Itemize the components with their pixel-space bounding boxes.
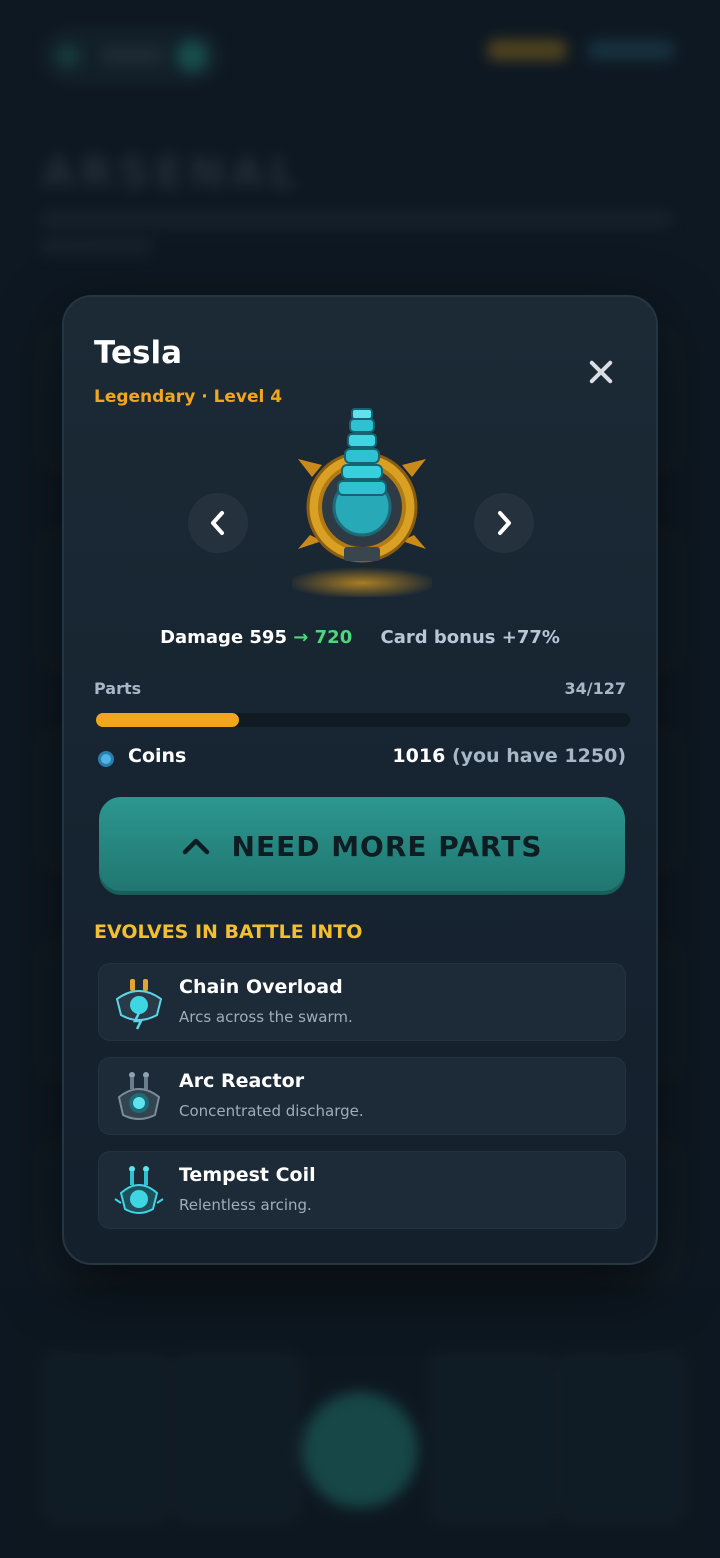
bottom-nav-center xyxy=(302,1392,418,1508)
tesla-tower-image xyxy=(292,408,432,597)
close-icon[interactable] xyxy=(582,353,620,391)
evolution-item-tempest-coil[interactable]: Tempest Coil Relentless arcing. xyxy=(98,1151,626,1229)
currency-gold xyxy=(488,40,566,60)
parts-progress-fill xyxy=(96,713,240,727)
tower-rarity-level: Legendary · Level 4 xyxy=(94,387,283,407)
coin-icon xyxy=(98,751,114,767)
background-title: ARSENAL xyxy=(42,148,303,197)
evolution-desc: Relentless arcing. xyxy=(179,1196,312,1214)
need-more-parts-label: NEED MORE PARTS xyxy=(231,829,543,863)
parts-progress-bar xyxy=(96,713,630,727)
tower-detail-modal: Tesla Legendary · Level 4 Damage 595 → 7… xyxy=(62,295,658,1265)
chain-overload-icon xyxy=(115,979,163,1030)
evolution-desc: Arcs across the swarm. xyxy=(179,1008,353,1026)
tower-title: Tesla xyxy=(94,335,183,371)
chevron-right-icon xyxy=(498,511,511,535)
damage-current: Damage 595 xyxy=(160,627,287,648)
currency-gems xyxy=(588,40,674,60)
evolution-item-arc-reactor[interactable]: Arc Reactor Concentrated discharge. xyxy=(98,1057,626,1135)
chevron-up-icon xyxy=(182,838,209,855)
coins-cost: 1016 (you have 1250) xyxy=(392,745,626,767)
evolution-item-chain-overload[interactable]: Chain Overload Arcs across the swarm. xyxy=(98,963,626,1041)
parts-count: 34/127 xyxy=(564,679,626,698)
coins-owned: (you have 1250) xyxy=(451,745,626,767)
evolution-name: Arc Reactor xyxy=(179,1070,305,1092)
evolves-heading: EVOLVES IN BATTLE INTO xyxy=(94,921,363,943)
arc-reactor-icon xyxy=(117,1072,161,1120)
damage-new: 720 xyxy=(314,627,353,648)
need-more-parts-button[interactable]: NEED MORE PARTS xyxy=(99,797,625,895)
chevron-left-icon xyxy=(211,511,224,535)
coins-label: Coins xyxy=(128,745,187,767)
profile-pill xyxy=(42,28,222,84)
previous-tower-button[interactable] xyxy=(188,493,248,553)
next-tower-button[interactable] xyxy=(474,493,534,553)
tempest-coil-icon xyxy=(114,1166,164,1214)
coins-cost-amount: 1016 xyxy=(392,745,446,767)
card-bonus: Card bonus +77% xyxy=(380,627,560,648)
damage-stats: Damage 595 → 720 Card bonus +77% xyxy=(64,627,656,648)
arrow-right-icon: → xyxy=(293,627,309,648)
evolution-name: Chain Overload xyxy=(179,976,343,998)
parts-label: Parts xyxy=(94,679,142,698)
evolution-name: Tempest Coil xyxy=(179,1164,316,1186)
evolution-list: Chain Overload Arcs across the swarm. Ar… xyxy=(98,963,626,1245)
evolution-desc: Concentrated discharge. xyxy=(179,1102,364,1120)
